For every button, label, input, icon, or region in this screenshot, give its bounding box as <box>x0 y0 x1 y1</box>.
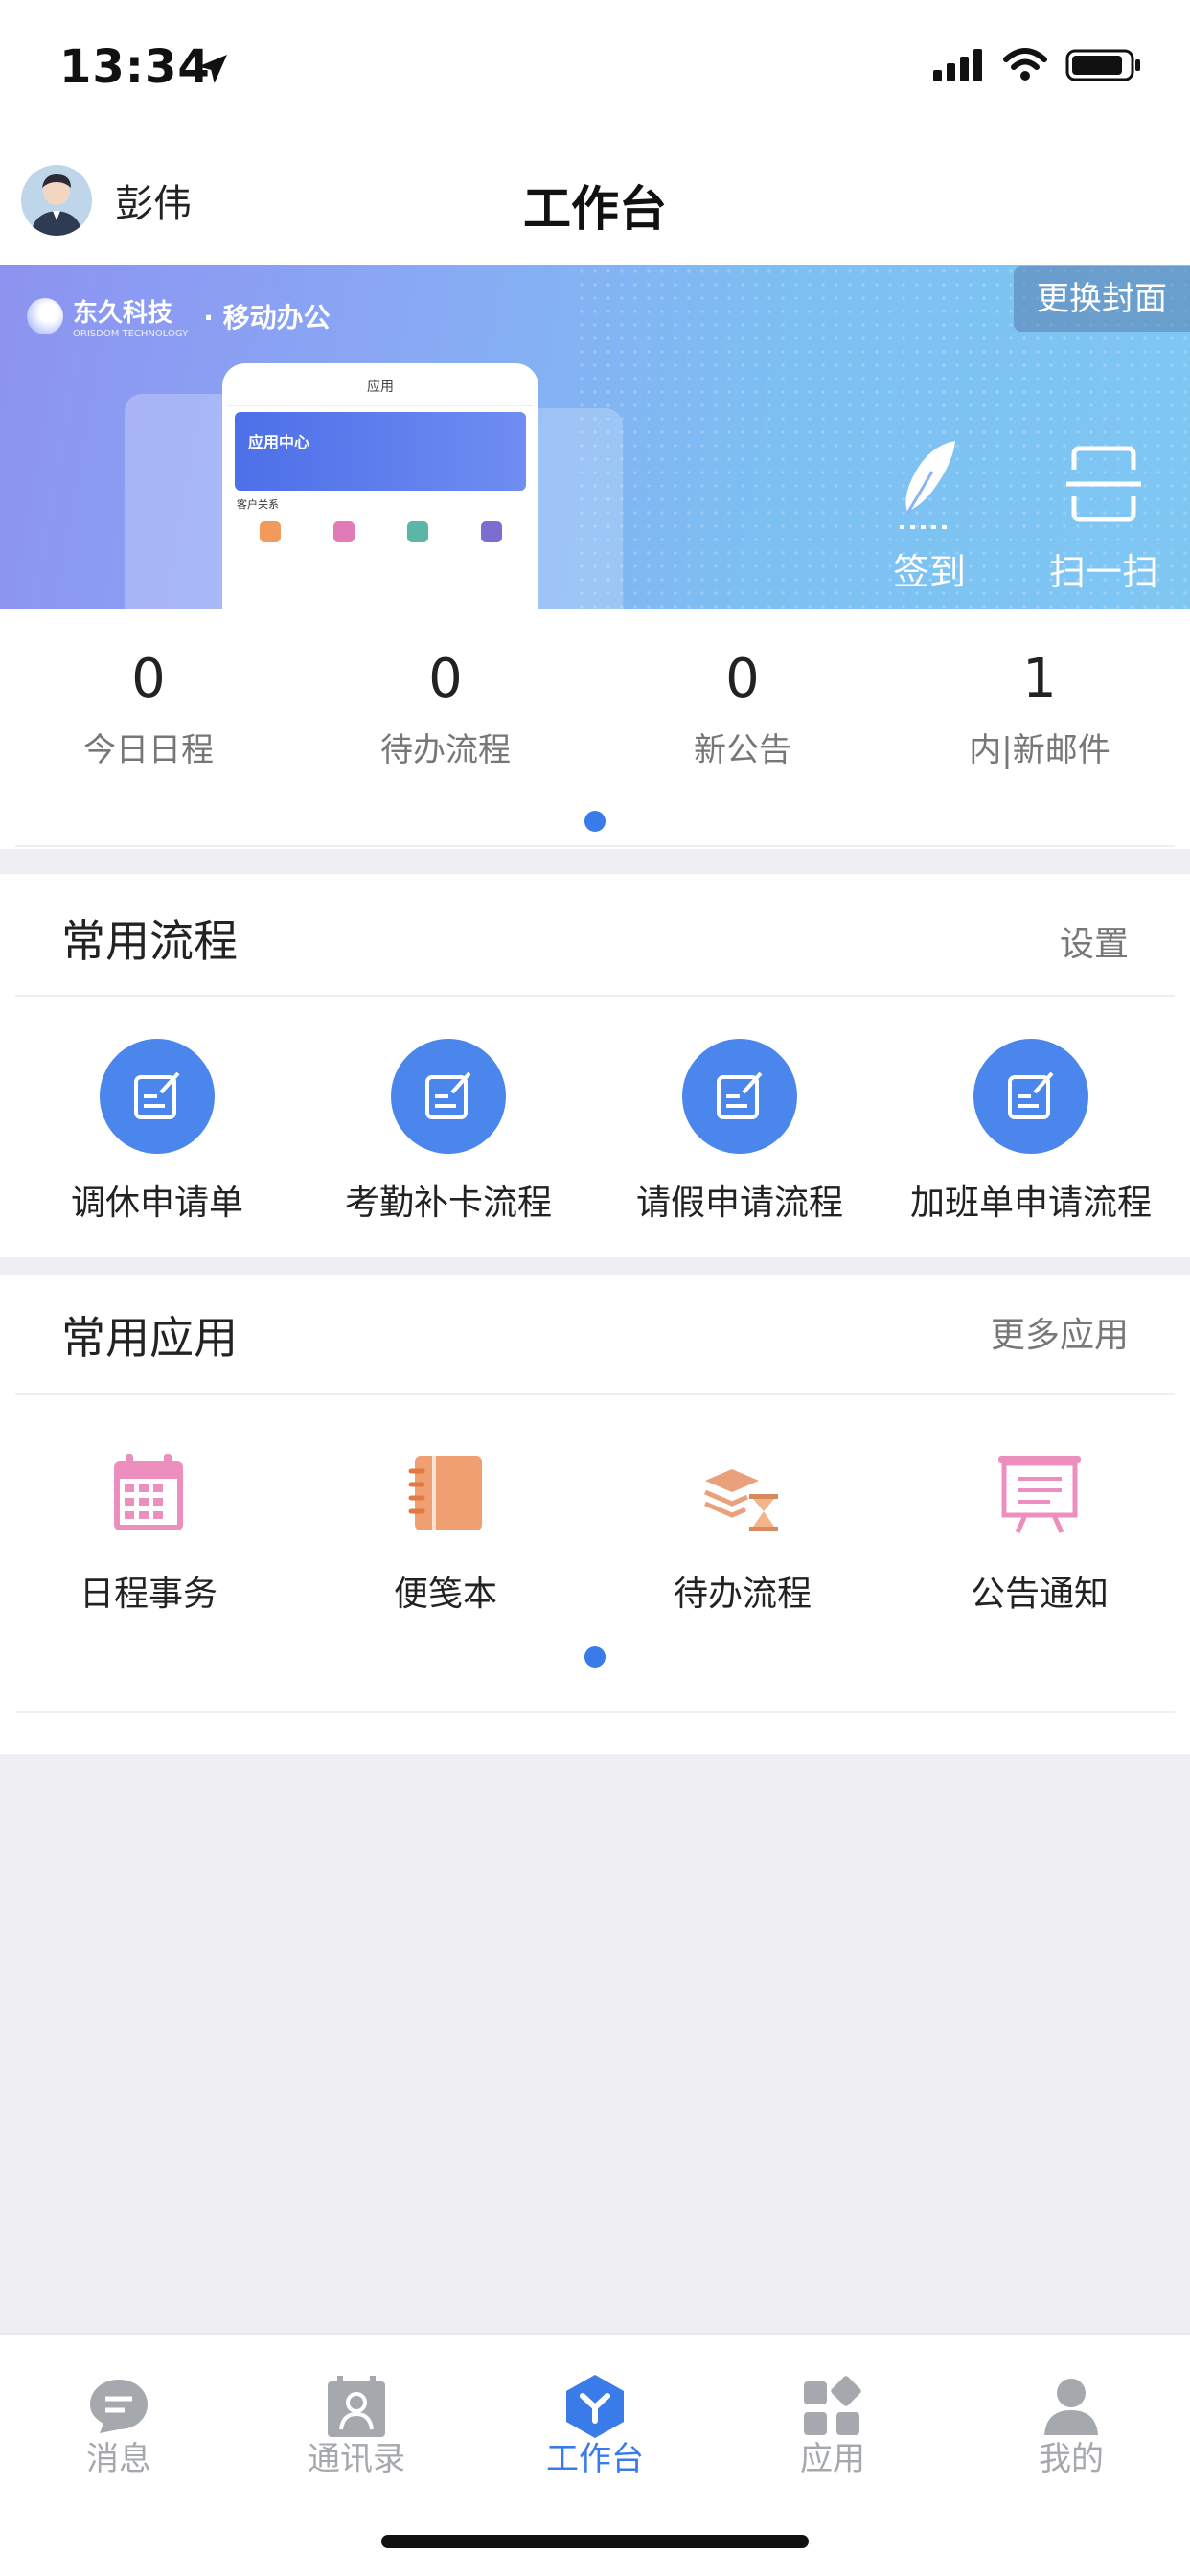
app-item-announcement[interactable]: 公告通知 <box>891 1447 1188 1616</box>
stat-value: 0 <box>725 648 760 710</box>
hourglass-icon <box>697 1447 789 1539</box>
brand-name: 东久科技 <box>73 299 173 328</box>
tab-label: 应用 <box>800 2440 865 2478</box>
change-cover-button[interactable]: 更换封面 <box>1014 266 1190 332</box>
stat-value: 1 <box>1022 648 1057 710</box>
page-title: 工作台 <box>523 181 667 237</box>
checkin-label: 签到 <box>892 551 966 593</box>
process-label: 调休申请单 <box>70 1184 243 1223</box>
stat-new-mail[interactable]: 1 内|新邮件 <box>891 648 1188 770</box>
page-indicator-dot <box>584 811 606 832</box>
feather-icon <box>900 441 955 529</box>
process-item-overtime-request[interactable]: 加班单申请流程 <box>887 1039 1175 1225</box>
profile-icon <box>1038 2373 1105 2440</box>
brand-logo-icon <box>27 298 63 334</box>
stats-panel: 0 今日日程 0 待办流程 0 新公告 1 内|新邮件 <box>0 610 1190 849</box>
cover-banner: 东久科技 ORISDOM TECHNOLOGY · 移动办公 更换封面 应用 应… <box>0 264 1190 610</box>
more-apps-link[interactable]: 更多应用 <box>991 1307 1129 1357</box>
settings-link[interactable]: 设置 <box>1060 916 1129 966</box>
tab-label: 我的 <box>1039 2440 1104 2478</box>
form-edit-icon <box>682 1039 797 1154</box>
brand: 东久科技 ORISDOM TECHNOLOGY · 移动办公 <box>27 293 331 339</box>
process-label: 考勤补卡流程 <box>344 1184 552 1223</box>
phone-mockup-hero-text: 应用中心 <box>248 433 310 451</box>
tab-label: 消息 <box>86 2440 151 2478</box>
home-indicator <box>381 2535 809 2548</box>
board-icon <box>994 1447 1086 1539</box>
form-edit-icon <box>100 1039 215 1154</box>
stat-label: 内|新邮件 <box>969 731 1110 770</box>
apps-icon <box>799 2373 866 2440</box>
process-item-leave-request[interactable]: 请假申请流程 <box>596 1039 883 1225</box>
page-indicator-dot <box>584 1646 606 1668</box>
divider <box>15 1711 1175 1713</box>
process-label: 加班单申请流程 <box>909 1184 1152 1223</box>
process-item-compensatory-leave[interactable]: 调休申请单 <box>13 1039 301 1225</box>
app-header: 彭伟 工作台 <box>0 144 1190 264</box>
common-processes-section: 常用流程 设置 调休申请单 考勤补卡流程 请假申请流程 加班单申请流程 <box>0 874 1190 1257</box>
calendar-icon <box>103 1447 195 1539</box>
battery-icon <box>1065 49 1140 81</box>
tab-profile[interactable]: 我的 <box>975 2373 1167 2479</box>
app-item-pending-process[interactable]: 待办流程 <box>594 1447 891 1616</box>
divider <box>15 845 1175 847</box>
phone-mockup-section: 客户关系 <box>237 498 279 511</box>
stat-label: 待办流程 <box>380 731 511 770</box>
tab-apps[interactable]: 应用 <box>737 2373 928 2479</box>
stat-value: 0 <box>428 648 463 710</box>
phone-mockup-title: 应用 <box>227 368 534 406</box>
stat-new-announcement[interactable]: 0 新公告 <box>594 648 891 770</box>
phone-mockup-hero: 应用中心 <box>235 412 526 491</box>
tab-label: 工作台 <box>546 2440 644 2478</box>
status-time: 13:34 <box>59 40 211 94</box>
tab-contacts[interactable]: 通讯录 <box>261 2373 452 2479</box>
form-edit-icon <box>391 1039 506 1154</box>
app-label: 便笺本 <box>393 1575 497 1614</box>
stat-value: 0 <box>131 648 166 710</box>
stat-today-schedule[interactable]: 0 今日日程 <box>0 648 297 770</box>
message-icon <box>85 2373 152 2440</box>
section-title: 常用流程 <box>61 915 238 967</box>
divider <box>15 1393 1175 1395</box>
scan-label: 扫一扫 <box>1048 551 1158 593</box>
brand-slogan: · 移动办公 <box>203 302 331 334</box>
section-title: 常用应用 <box>61 1312 238 1364</box>
stat-label: 新公告 <box>694 731 791 770</box>
stat-label: 今日日程 <box>83 731 214 770</box>
phone-mockup-icons <box>227 516 534 548</box>
process-label: 请假申请流程 <box>635 1184 843 1223</box>
app-label: 待办流程 <box>673 1575 812 1614</box>
common-apps-section: 常用应用 更多应用 日程事务 便笺本 待办流程 公告通知 <box>0 1275 1190 1754</box>
location-arrow-icon <box>198 55 227 83</box>
app-label: 日程事务 <box>79 1575 217 1614</box>
status-icons <box>933 48 1142 82</box>
cellular-signal-icon <box>933 49 982 81</box>
status-bar: 13:34 <box>0 0 1190 144</box>
divider <box>15 995 1175 997</box>
tab-workbench[interactable]: 工作台 <box>499 2373 691 2479</box>
brand-subtitle: ORISDOM TECHNOLOGY <box>73 329 189 339</box>
tab-label: 通讯录 <box>308 2440 405 2478</box>
notebook-icon <box>400 1447 492 1539</box>
stat-pending-process[interactable]: 0 待办流程 <box>297 648 594 770</box>
scan-button[interactable]: 扫一扫 <box>1037 437 1171 595</box>
checkin-button[interactable]: 签到 <box>862 437 996 595</box>
workbench-icon <box>561 2373 629 2440</box>
contacts-icon <box>323 2373 390 2440</box>
app-item-notebook[interactable]: 便笺本 <box>297 1447 594 1616</box>
wifi-icon <box>1003 48 1047 80</box>
form-edit-icon <box>973 1039 1088 1154</box>
app-label: 公告通知 <box>970 1575 1109 1614</box>
process-item-attendance-fix[interactable]: 考勤补卡流程 <box>305 1039 592 1225</box>
phone-mockup: 应用 应用中心 客户关系 <box>222 363 538 610</box>
tab-messages[interactable]: 消息 <box>23 2373 215 2479</box>
scan-icon <box>1066 446 1141 522</box>
app-item-schedule[interactable]: 日程事务 <box>0 1447 297 1616</box>
